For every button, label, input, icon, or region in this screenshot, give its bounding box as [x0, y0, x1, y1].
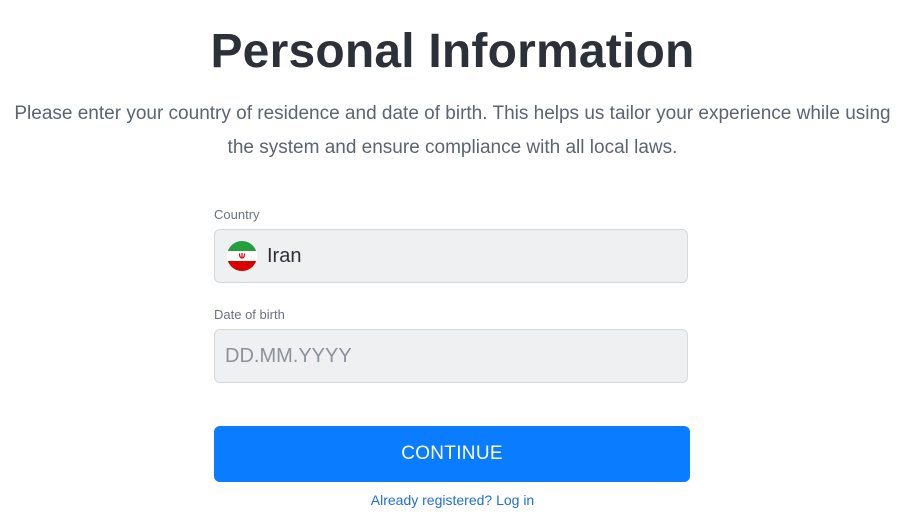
login-link[interactable]: Already registered? Log in: [0, 492, 905, 508]
dob-input[interactable]: [215, 343, 687, 369]
page-title: Personal Information: [210, 25, 695, 78]
dob-field-wrapper: [214, 329, 688, 383]
dob-label: Date of birth: [214, 307, 285, 322]
iran-flag-icon: [227, 241, 257, 271]
country-value: Iran: [267, 244, 302, 267]
continue-button[interactable]: CONTINUE: [214, 426, 690, 482]
page-description: Please enter your country of residence a…: [14, 103, 891, 158]
country-select[interactable]: Iran: [214, 229, 688, 283]
country-label: Country: [214, 207, 260, 222]
